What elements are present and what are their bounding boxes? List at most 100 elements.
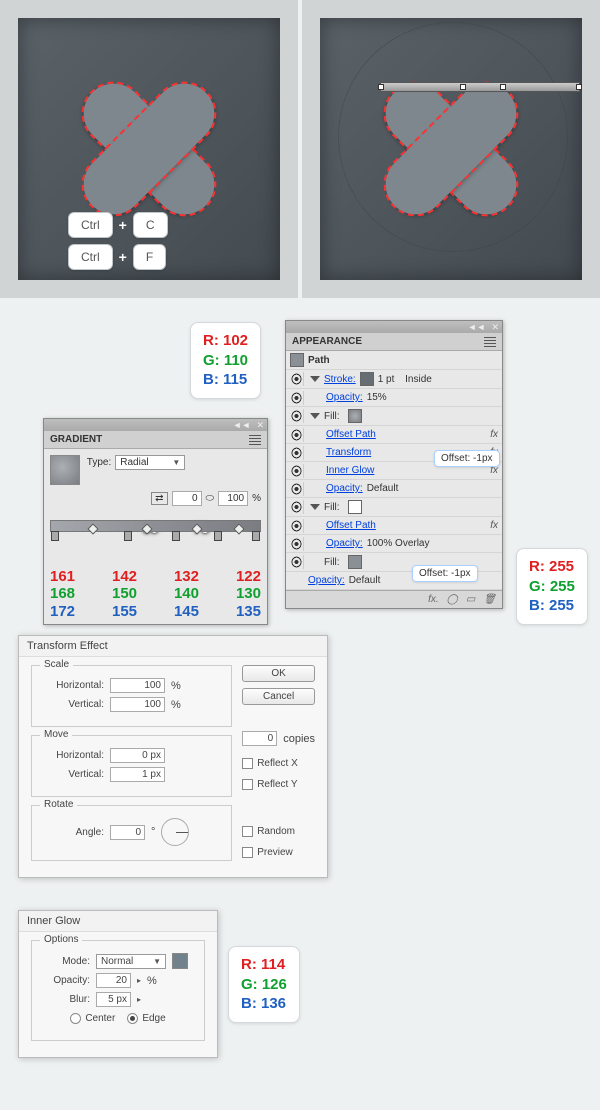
flyout-menu-icon[interactable] (249, 435, 261, 445)
clear-icon[interactable]: ◯ (447, 594, 458, 605)
reflect-x-checkbox[interactable] (242, 758, 253, 769)
preview-checkbox[interactable] (242, 847, 253, 858)
stroke-weight[interactable]: 1 pt (378, 374, 395, 385)
visibility-icon[interactable] (290, 537, 304, 551)
inner-glow-link[interactable]: Inner Glow (326, 465, 374, 476)
gradient-ramp[interactable]: 50 75 (50, 520, 261, 560)
x-shape (381, 79, 521, 219)
panel-tabs[interactable]: ◄◄ ✕ (286, 321, 502, 333)
rgb-callout-glow: R: 114 G: 126 B: 136 (228, 946, 300, 1023)
angle-input[interactable]: 0 (172, 491, 202, 506)
type-label: Type: (87, 457, 111, 468)
flyout-menu-icon[interactable] (484, 337, 496, 347)
close-icon[interactable]: ✕ (491, 322, 499, 333)
stepper-icon[interactable]: ▸ (137, 976, 141, 985)
aspect-input[interactable]: 100 (218, 491, 248, 506)
trash-icon[interactable]: 🗑 (483, 594, 496, 605)
gradient-preview[interactable] (50, 455, 80, 485)
glow-options: Options Mode: Normal▼ Opacity:20▸% Blur:… (31, 940, 205, 1041)
gradient-stop-values: 161168172 142150155 132140145 122130135 (50, 568, 261, 620)
stroke-link[interactable]: Stroke: (324, 374, 356, 385)
copies-input[interactable]: 0 (242, 731, 277, 746)
offset-path-link[interactable]: Offset Path (326, 429, 376, 440)
fx-menu[interactable]: fx. (428, 594, 439, 605)
new-icon[interactable]: ▭ (466, 594, 475, 605)
angle-input[interactable]: 0 (110, 825, 145, 840)
transform-link[interactable]: Transform (326, 447, 371, 458)
collapse-icon[interactable]: ◄◄ (233, 420, 251, 430)
dialog-title: Transform Effect (19, 636, 327, 657)
visibility-icon[interactable] (290, 391, 304, 405)
gradient-panel[interactable]: ◄◄✕ GRADIENT Type: Radial▼ ⇄ 0 ⬭ 100% 50… (43, 418, 268, 625)
fill-swatch-gradient[interactable] (348, 409, 362, 423)
rotate-group: Rotate Angle:0° (31, 805, 232, 861)
opacity-default: Default (349, 575, 381, 586)
glow-blur-input[interactable]: 5 px (96, 992, 131, 1007)
stroke-swatch[interactable] (360, 372, 374, 386)
random-checkbox[interactable] (242, 826, 253, 837)
visibility-icon[interactable] (290, 519, 304, 533)
fill-label: Fill: (324, 502, 340, 513)
visibility-icon[interactable] (290, 409, 304, 423)
glow-color-swatch[interactable] (172, 953, 188, 969)
dialog-title: Inner Glow (19, 911, 217, 932)
type-select[interactable]: Radial▼ (115, 455, 185, 470)
angle-dial[interactable] (161, 818, 189, 846)
visibility-icon[interactable] (290, 482, 304, 496)
key-ctrl: Ctrl (68, 212, 113, 238)
fill-swatch-white[interactable] (348, 500, 362, 514)
reflect-y-checkbox[interactable] (242, 779, 253, 790)
offset-tooltip: Offset: -1px (412, 565, 478, 582)
offset-path-link[interactable]: Offset Path (326, 520, 376, 531)
scale-h-input[interactable]: 100 (110, 678, 165, 693)
reverse-icon[interactable]: ⇄ (151, 492, 167, 505)
rgb-callout-stroke: R: 102 G: 110 B: 115 (190, 322, 261, 399)
visibility-icon[interactable] (290, 555, 304, 569)
appearance-panel[interactable]: ◄◄✕ APPEARANCE Path Stroke:1 pt Inside O… (285, 320, 503, 609)
disclosure-icon[interactable] (310, 413, 320, 419)
aspect-icon: ⬭ (206, 493, 215, 504)
mode-select[interactable]: Normal▼ (96, 954, 166, 969)
disclosure-icon[interactable] (310, 376, 320, 382)
move-v-input[interactable]: 1 px (110, 767, 165, 782)
stepper-icon[interactable]: ▸ (137, 995, 141, 1004)
fill-label: Fill: (324, 557, 340, 568)
disclosure-icon[interactable] (310, 504, 320, 510)
inner-glow-dialog[interactable]: Inner Glow Options Mode: Normal▼ Opacity… (18, 910, 218, 1058)
collapse-icon[interactable]: ◄◄ (468, 322, 486, 332)
key-c: C (133, 212, 168, 238)
opacity-default: Default (367, 483, 399, 494)
opacity-link[interactable]: Opacity: (326, 538, 363, 549)
ok-button[interactable]: OK (242, 665, 315, 682)
visibility-icon[interactable] (290, 500, 304, 514)
visibility-icon[interactable] (290, 446, 304, 460)
fill-label: Fill: (324, 411, 340, 422)
preview-2: 2 (302, 0, 600, 298)
chevron-down-icon: ▼ (153, 957, 161, 966)
visibility-icon[interactable] (290, 464, 304, 478)
offset-tooltip: Offset: -1px (434, 450, 500, 467)
cancel-button[interactable]: Cancel (242, 688, 315, 705)
canvas-2 (320, 18, 582, 280)
opacity-link[interactable]: Opacity: (308, 575, 345, 586)
gradient-annotator[interactable] (380, 82, 580, 92)
fill-swatch-grey[interactable] (348, 555, 362, 569)
key-f: F (133, 244, 166, 270)
panel-tabs[interactable]: ◄◄ ✕ (44, 419, 267, 431)
center-radio[interactable] (70, 1013, 81, 1024)
path-thumb (290, 353, 304, 367)
scale-v-input[interactable]: 100 (110, 697, 165, 712)
opacity-link[interactable]: Opacity: (326, 392, 363, 403)
close-icon[interactable]: ✕ (256, 420, 264, 431)
glow-opacity-input[interactable]: 20 (96, 973, 131, 988)
scale-group: Scale Horizontal:100% Vertical:100% (31, 665, 232, 727)
chevron-down-icon: ▼ (172, 458, 180, 467)
opacity-link[interactable]: Opacity: (326, 483, 363, 494)
opacity-value: 15% (367, 392, 387, 403)
edge-radio[interactable] (127, 1013, 138, 1024)
move-group: Move Horizontal:0 px Vertical:1 px (31, 735, 232, 797)
visibility-icon[interactable] (290, 372, 304, 386)
transform-effect-dialog[interactable]: Transform Effect Scale Horizontal:100% V… (18, 635, 328, 878)
visibility-icon[interactable] (290, 428, 304, 442)
move-h-input[interactable]: 0 px (110, 748, 165, 763)
